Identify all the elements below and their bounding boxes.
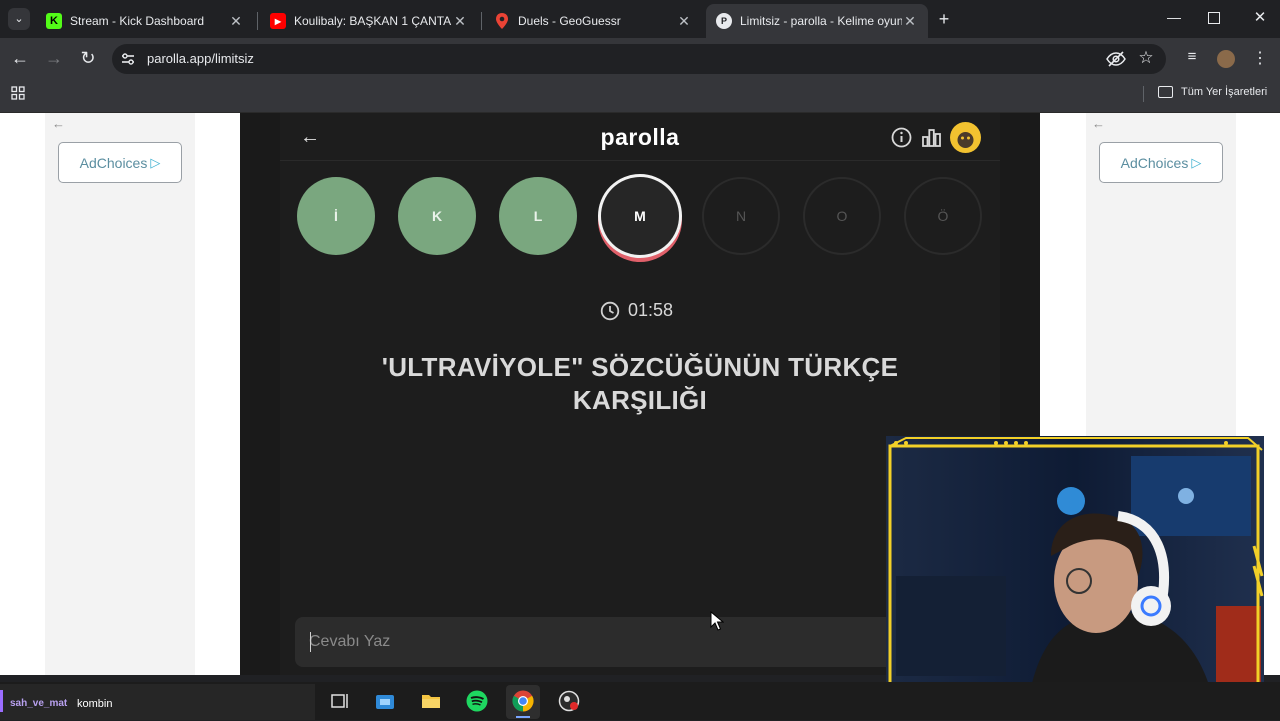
chat-message: kombin	[77, 698, 113, 710]
bookmarks-divider	[1143, 86, 1144, 102]
file-explorer-icon[interactable]	[420, 690, 442, 712]
store-icon[interactable]	[374, 690, 396, 712]
close-icon[interactable]: ✕	[676, 13, 692, 30]
ad-back-arrow-icon[interactable]: ←	[1092, 116, 1105, 131]
new-tab-button[interactable]: +	[934, 9, 954, 29]
all-bookmarks-button[interactable]: Tüm Yer İşaretleri	[1158, 86, 1267, 98]
tab-divider	[481, 12, 482, 30]
tab-kick[interactable]: K Stream - Kick Dashboard ✕	[36, 4, 254, 38]
restore-button[interactable]	[1208, 12, 1220, 24]
close-icon[interactable]: ✕	[452, 13, 468, 30]
letter-circle: L	[499, 177, 577, 255]
info-icon[interactable]	[891, 127, 912, 148]
back-icon[interactable]: ←	[8, 48, 32, 69]
forward-icon[interactable]: →	[42, 48, 66, 69]
letter-circle: N	[702, 177, 780, 255]
site-info-icon[interactable]	[120, 51, 136, 67]
bookmarks-bar	[0, 80, 1280, 113]
taskbar-active-indicator	[516, 716, 530, 718]
kick-icon: K	[46, 13, 62, 29]
close-window-button[interactable]: ✕	[1250, 8, 1270, 28]
parolla-logo[interactable]: parolla	[540, 124, 740, 151]
letter-circle: K	[398, 177, 476, 255]
parolla-icon: P	[716, 13, 732, 29]
tab-search-button[interactable]: ⌄	[8, 8, 30, 30]
adchoices-icon: ▷	[1191, 154, 1202, 170]
folder-icon	[1158, 86, 1173, 98]
letter-circle-current: M	[598, 174, 682, 258]
geoguessr-icon	[494, 13, 510, 29]
tab-youtube[interactable]: ▶ Koulibaly: BAŞKAN 1 ÇANTA DO ✕	[260, 4, 478, 38]
mouse-cursor-icon	[710, 610, 725, 631]
obs-icon[interactable]	[558, 690, 580, 712]
star-icon[interactable]: ☆	[1134, 48, 1158, 68]
adchoices-button-left[interactable]: AdChoices ▷	[58, 142, 182, 183]
spotify-icon[interactable]	[466, 690, 488, 712]
letter-circle: İ	[297, 177, 375, 255]
text-cursor	[310, 632, 311, 652]
tab-geoguessr[interactable]: Duels - GeoGuessr ✕	[484, 4, 702, 38]
close-icon[interactable]: ✕	[228, 13, 244, 30]
chat-username: sah_ve_mat	[10, 698, 68, 709]
adchoices-button-right[interactable]: AdChoices ▷	[1099, 142, 1223, 183]
close-icon[interactable]: ✕	[902, 13, 918, 30]
clock-icon	[600, 301, 620, 321]
tab-divider	[257, 12, 258, 30]
game-back-icon[interactable]: ←	[300, 126, 320, 149]
left-ad-panel	[45, 113, 195, 675]
user-avatar[interactable]	[950, 122, 981, 153]
answer-input[interactable]	[295, 617, 895, 667]
eye-slash-icon[interactable]	[1106, 50, 1126, 68]
question-text: 'ULTRAVİYOLE" SÖZCÜĞÜNÜN TÜRKÇE KARŞILIĞ…	[381, 352, 899, 415]
webcam-frame	[886, 436, 1264, 716]
timer: 01:58	[600, 300, 700, 321]
chevron-down-icon: ⌄	[14, 13, 24, 25]
chat-accent-bar	[0, 690, 3, 712]
reload-icon[interactable]: ↻	[76, 48, 100, 69]
letter-circle: Ö	[904, 177, 982, 255]
chrome-icon[interactable]	[512, 690, 534, 712]
tab-parolla[interactable]: P Limitsiz - parolla - Kelime oyunu ✕	[706, 4, 928, 38]
profile-avatar[interactable]	[1217, 50, 1235, 68]
timer-value: 01:58	[628, 300, 674, 320]
address-bar[interactable]	[112, 44, 1166, 74]
apps-grid-icon[interactable]	[11, 86, 25, 100]
letter-circle: O	[803, 177, 881, 255]
task-view-icon[interactable]	[328, 690, 350, 712]
adchoices-icon: ▷	[150, 154, 161, 170]
youtube-icon: ▶	[270, 13, 286, 29]
minimize-button[interactable]: —	[1164, 9, 1184, 29]
stats-icon[interactable]	[921, 127, 942, 148]
url-text[interactable]: parolla.app/limitsiz	[147, 51, 254, 66]
playlist-icon[interactable]: ≡	[1180, 48, 1204, 65]
ad-back-arrow-icon[interactable]: ←	[52, 116, 65, 131]
menu-icon[interactable]: ⋮	[1248, 48, 1272, 68]
